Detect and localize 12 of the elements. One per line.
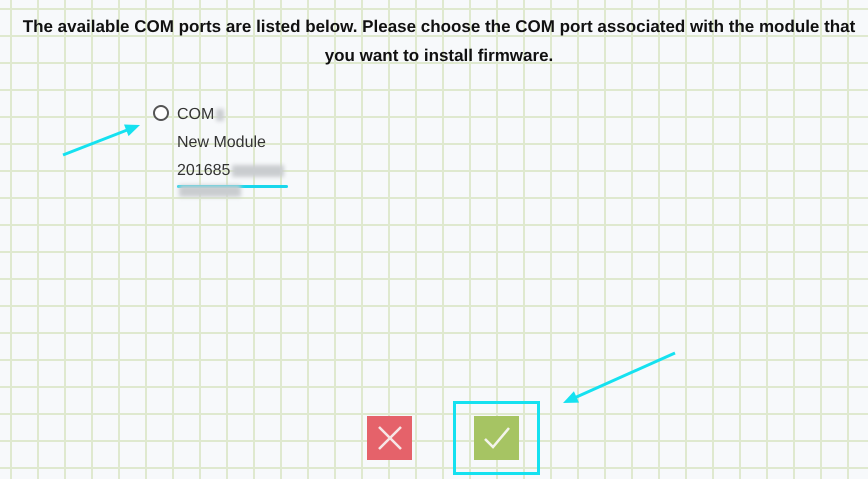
redaction-blur xyxy=(179,185,241,197)
instruction-text: The available COM ports are listed below. Please choose the COM port associated with the module that you want to install firmware. xyxy=(22,16,856,67)
redaction-blur xyxy=(216,109,224,121)
serial-number: 201685 xyxy=(177,161,230,181)
check-icon xyxy=(482,425,512,451)
module-name: New Module xyxy=(177,133,266,153)
close-icon xyxy=(376,424,404,452)
cancel-button[interactable] xyxy=(367,416,412,460)
redaction-blur xyxy=(232,165,284,177)
radio-button[interactable] xyxy=(153,105,169,121)
port-label: COM xyxy=(177,105,214,125)
confirm-button[interactable] xyxy=(474,416,519,460)
